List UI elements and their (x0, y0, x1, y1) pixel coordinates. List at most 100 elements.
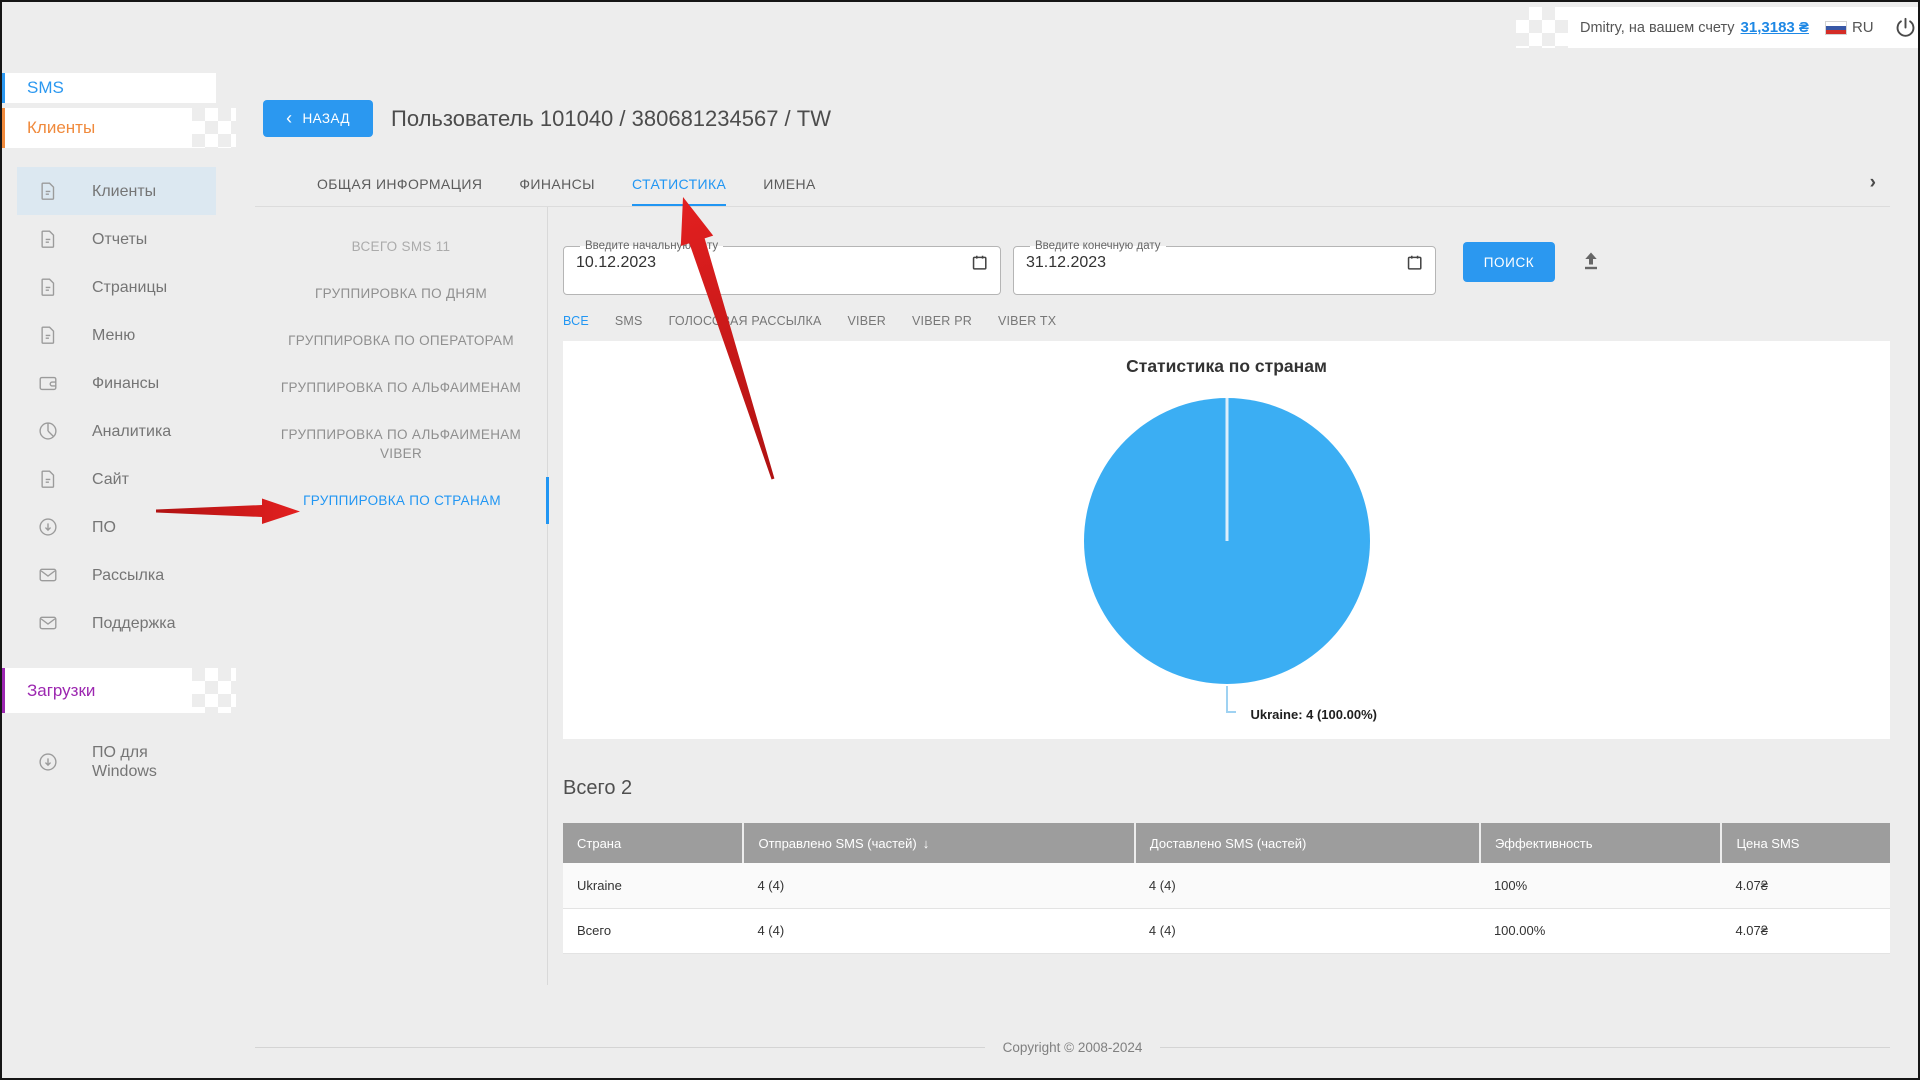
start-date-label: Введите начальную дату (585, 240, 719, 252)
document-icon (41, 278, 55, 296)
tab-finance[interactable]: ФИНАНСЫ (519, 164, 595, 206)
col-sent[interactable]: Отправлено SMS (частей) ↓ (742, 823, 1135, 863)
sidebar-item-clients[interactable]: Клиенты (17, 167, 216, 215)
document-icon (41, 182, 55, 200)
sidebar-item-reports[interactable]: Отчеты (17, 215, 216, 263)
subnav-group-by-alphanames[interactable]: ГРУППИРОВКА ПО АЛЬФАИМЕНАМ (255, 364, 547, 411)
sidebar-item-software[interactable]: ПО (17, 503, 216, 551)
sidebar-item-site[interactable]: Сайт (17, 455, 216, 503)
channel-viber-pr[interactable]: VIBER PR (912, 314, 972, 328)
channel-voice[interactable]: ГОЛОСОВАЯ РАССЫЛКА (669, 314, 822, 328)
pie-chart-icon (39, 422, 57, 440)
user-account-bar: Dmitry, на вашем счету 31,3183 ₴ RU (1516, 7, 1920, 48)
cell-country: Ukraine (563, 863, 744, 909)
subnav-total-sms: ВСЕГО SMS 11 (351, 239, 451, 254)
sidebar-item-label: Сайт (92, 470, 129, 488)
sidebar: SMS Клиенты Клиенты Отчеты Страницы Меню… (0, 0, 240, 1080)
document-icon (41, 470, 55, 488)
statistics-panel: Введите начальную дату 10.12.2023 Введит… (548, 207, 1890, 985)
sidebar-item-label: ПО (92, 518, 116, 536)
tab-names[interactable]: ИМЕНА (763, 164, 816, 206)
calendar-icon[interactable] (1406, 253, 1423, 272)
subnav-group-by-operators[interactable]: ГРУППИРОВКА ПО ОПЕРАТОРАМ (255, 317, 547, 364)
channel-all[interactable]: ВСЕ (563, 314, 589, 328)
subnav-group-by-alphanames-viber[interactable]: ГРУППИРОВКА ПО АЛЬФАИМЕНАМ VIBER (255, 411, 547, 477)
footer: Copyright © 2008-2024 (255, 1040, 1890, 1055)
download-circle-icon (39, 753, 57, 771)
col-price[interactable]: Цена SMS (1720, 823, 1890, 863)
pie-chart[interactable] (1062, 376, 1392, 721)
cell-sent: 4 (4) (743, 908, 1135, 954)
chart-title: Статистика по странам (1126, 356, 1327, 376)
chevron-left-icon: ‹ (286, 107, 293, 128)
channel-sms[interactable]: SMS (615, 314, 643, 328)
language-label[interactable]: RU (1852, 19, 1874, 36)
wallet-icon (39, 376, 57, 391)
sidebar-item-menu[interactable]: Меню (17, 311, 216, 359)
statistics-content: ВСЕГО SMS 11 ГРУППИРОВКА ПО ДНЯМ ГРУППИР… (255, 207, 1890, 985)
countries-chart-card: Статистика по странам Ukraine: 4 (100.00… (563, 341, 1890, 739)
channel-viber[interactable]: VIBER (848, 314, 887, 328)
col-sent-label: Отправлено SMS (частей) (758, 835, 917, 851)
envelope-icon (39, 616, 57, 630)
page-title: Пользователь 101040 / 380681234567 / TW (391, 105, 831, 131)
sidebar-item-label: Отчеты (92, 230, 148, 248)
sidebar-section-sms-label: SMS (27, 78, 64, 97)
upload-icon[interactable] (1579, 249, 1603, 273)
end-date-field[interactable]: Введите конечную дату 31.12.2023 (1013, 240, 1436, 295)
sidebar-item-windows-software[interactable]: ПО для Windows (17, 738, 216, 786)
col-efficiency[interactable]: Эффективность (1478, 823, 1722, 863)
sidebar-section-clients[interactable]: Клиенты (0, 108, 236, 148)
table-row-total: Всего 4 (4) 4 (4) 100.00% 4.07₴ (563, 908, 1890, 954)
sidebar-item-support[interactable]: Поддержка (17, 599, 216, 647)
document-icon (41, 230, 55, 248)
copyright-text: Copyright © 2008-2024 (1002, 1040, 1143, 1055)
tab-general-info[interactable]: ОБЩАЯ ИНФОРМАЦИЯ (317, 164, 482, 206)
sidebar-menu: Клиенты Отчеты Страницы Меню Финансы Ана… (0, 167, 240, 647)
chevron-right-icon[interactable]: › (1870, 172, 1876, 194)
back-button-label: НАЗАД (302, 111, 350, 126)
channel-filter-tabs: ВСЕ SMS ГОЛОСОВАЯ РАССЫЛКА VIBER VIBER P… (563, 314, 1890, 328)
search-button[interactable]: ПОИСК (1463, 242, 1555, 282)
sidebar-item-analytics[interactable]: Аналитика (17, 407, 216, 455)
cell-efficiency: 100% (1479, 863, 1722, 909)
sidebar-section-sms[interactable]: SMS (0, 73, 216, 103)
russia-flag-icon (1824, 20, 1847, 35)
channel-viber-tx[interactable]: VIBER TX (998, 314, 1056, 328)
tab-statistics[interactable]: СТАТИСТИКА (631, 164, 727, 206)
end-date-label: Введите конечную дату (1035, 240, 1161, 252)
sidebar-section-downloads-label: Загрузки (27, 680, 96, 700)
subnav-group-by-countries[interactable]: ГРУППИРОВКА ПО СТРАНАМ (255, 477, 549, 524)
countries-table: Страна Отправлено SMS (частей) ↓ Доставле… (563, 823, 1890, 954)
start-date-value[interactable]: 10.12.2023 (576, 254, 656, 272)
cell-efficiency: 100.00% (1479, 908, 1722, 954)
sidebar-item-mailing[interactable]: Рассылка (17, 551, 216, 599)
sidebar-item-label: Клиенты (92, 182, 157, 200)
tab-bar: ОБЩАЯ ИНФОРМАЦИЯ ФИНАНСЫ СТАТИСТИКА ИМЕН… (255, 164, 1890, 207)
cell-sent: 4 (4) (743, 863, 1135, 909)
calendar-icon[interactable] (971, 253, 988, 272)
start-date-field[interactable]: Введите начальную дату 10.12.2023 (563, 240, 1001, 295)
cell-price: 4.07₴ (1721, 863, 1890, 909)
sidebar-item-finance[interactable]: Финансы (17, 359, 216, 407)
cell-country: Всего (563, 908, 744, 954)
sidebar-item-label: Финансы (92, 374, 160, 392)
sidebar-item-label: ПО для Windows (92, 744, 157, 780)
main-content: ‹ НАЗАД Пользователь 101040 / 3806812345… (255, 0, 1890, 1055)
sort-desc-icon: ↓ (922, 835, 930, 851)
back-button[interactable]: ‹ НАЗАД (263, 100, 373, 137)
sidebar-section-downloads[interactable]: Загрузки (0, 668, 236, 713)
subnav-group-by-days[interactable]: ГРУППИРОВКА ПО ДНЯМ (255, 270, 547, 317)
sidebar-item-pages[interactable]: Страницы (17, 263, 216, 311)
pixel-decoration (1516, 7, 1568, 48)
statistics-subnav: ВСЕГО SMS 11 ГРУППИРОВКА ПО ДНЯМ ГРУППИР… (255, 207, 549, 985)
sidebar-item-label: Страницы (92, 278, 168, 296)
power-icon[interactable] (1894, 16, 1917, 39)
col-delivered[interactable]: Доставлено SMS (частей) (1133, 823, 1480, 863)
sidebar-section-clients-label: Клиенты (27, 118, 96, 137)
end-date-value[interactable]: 31.12.2023 (1026, 254, 1106, 272)
title-row: ‹ НАЗАД Пользователь 101040 / 3806812345… (255, 100, 1890, 137)
col-country[interactable]: Страна (563, 823, 744, 863)
balance-link[interactable]: 31,3183 ₴ (1741, 19, 1809, 36)
table-total-heading: Всего 2 (563, 777, 633, 799)
